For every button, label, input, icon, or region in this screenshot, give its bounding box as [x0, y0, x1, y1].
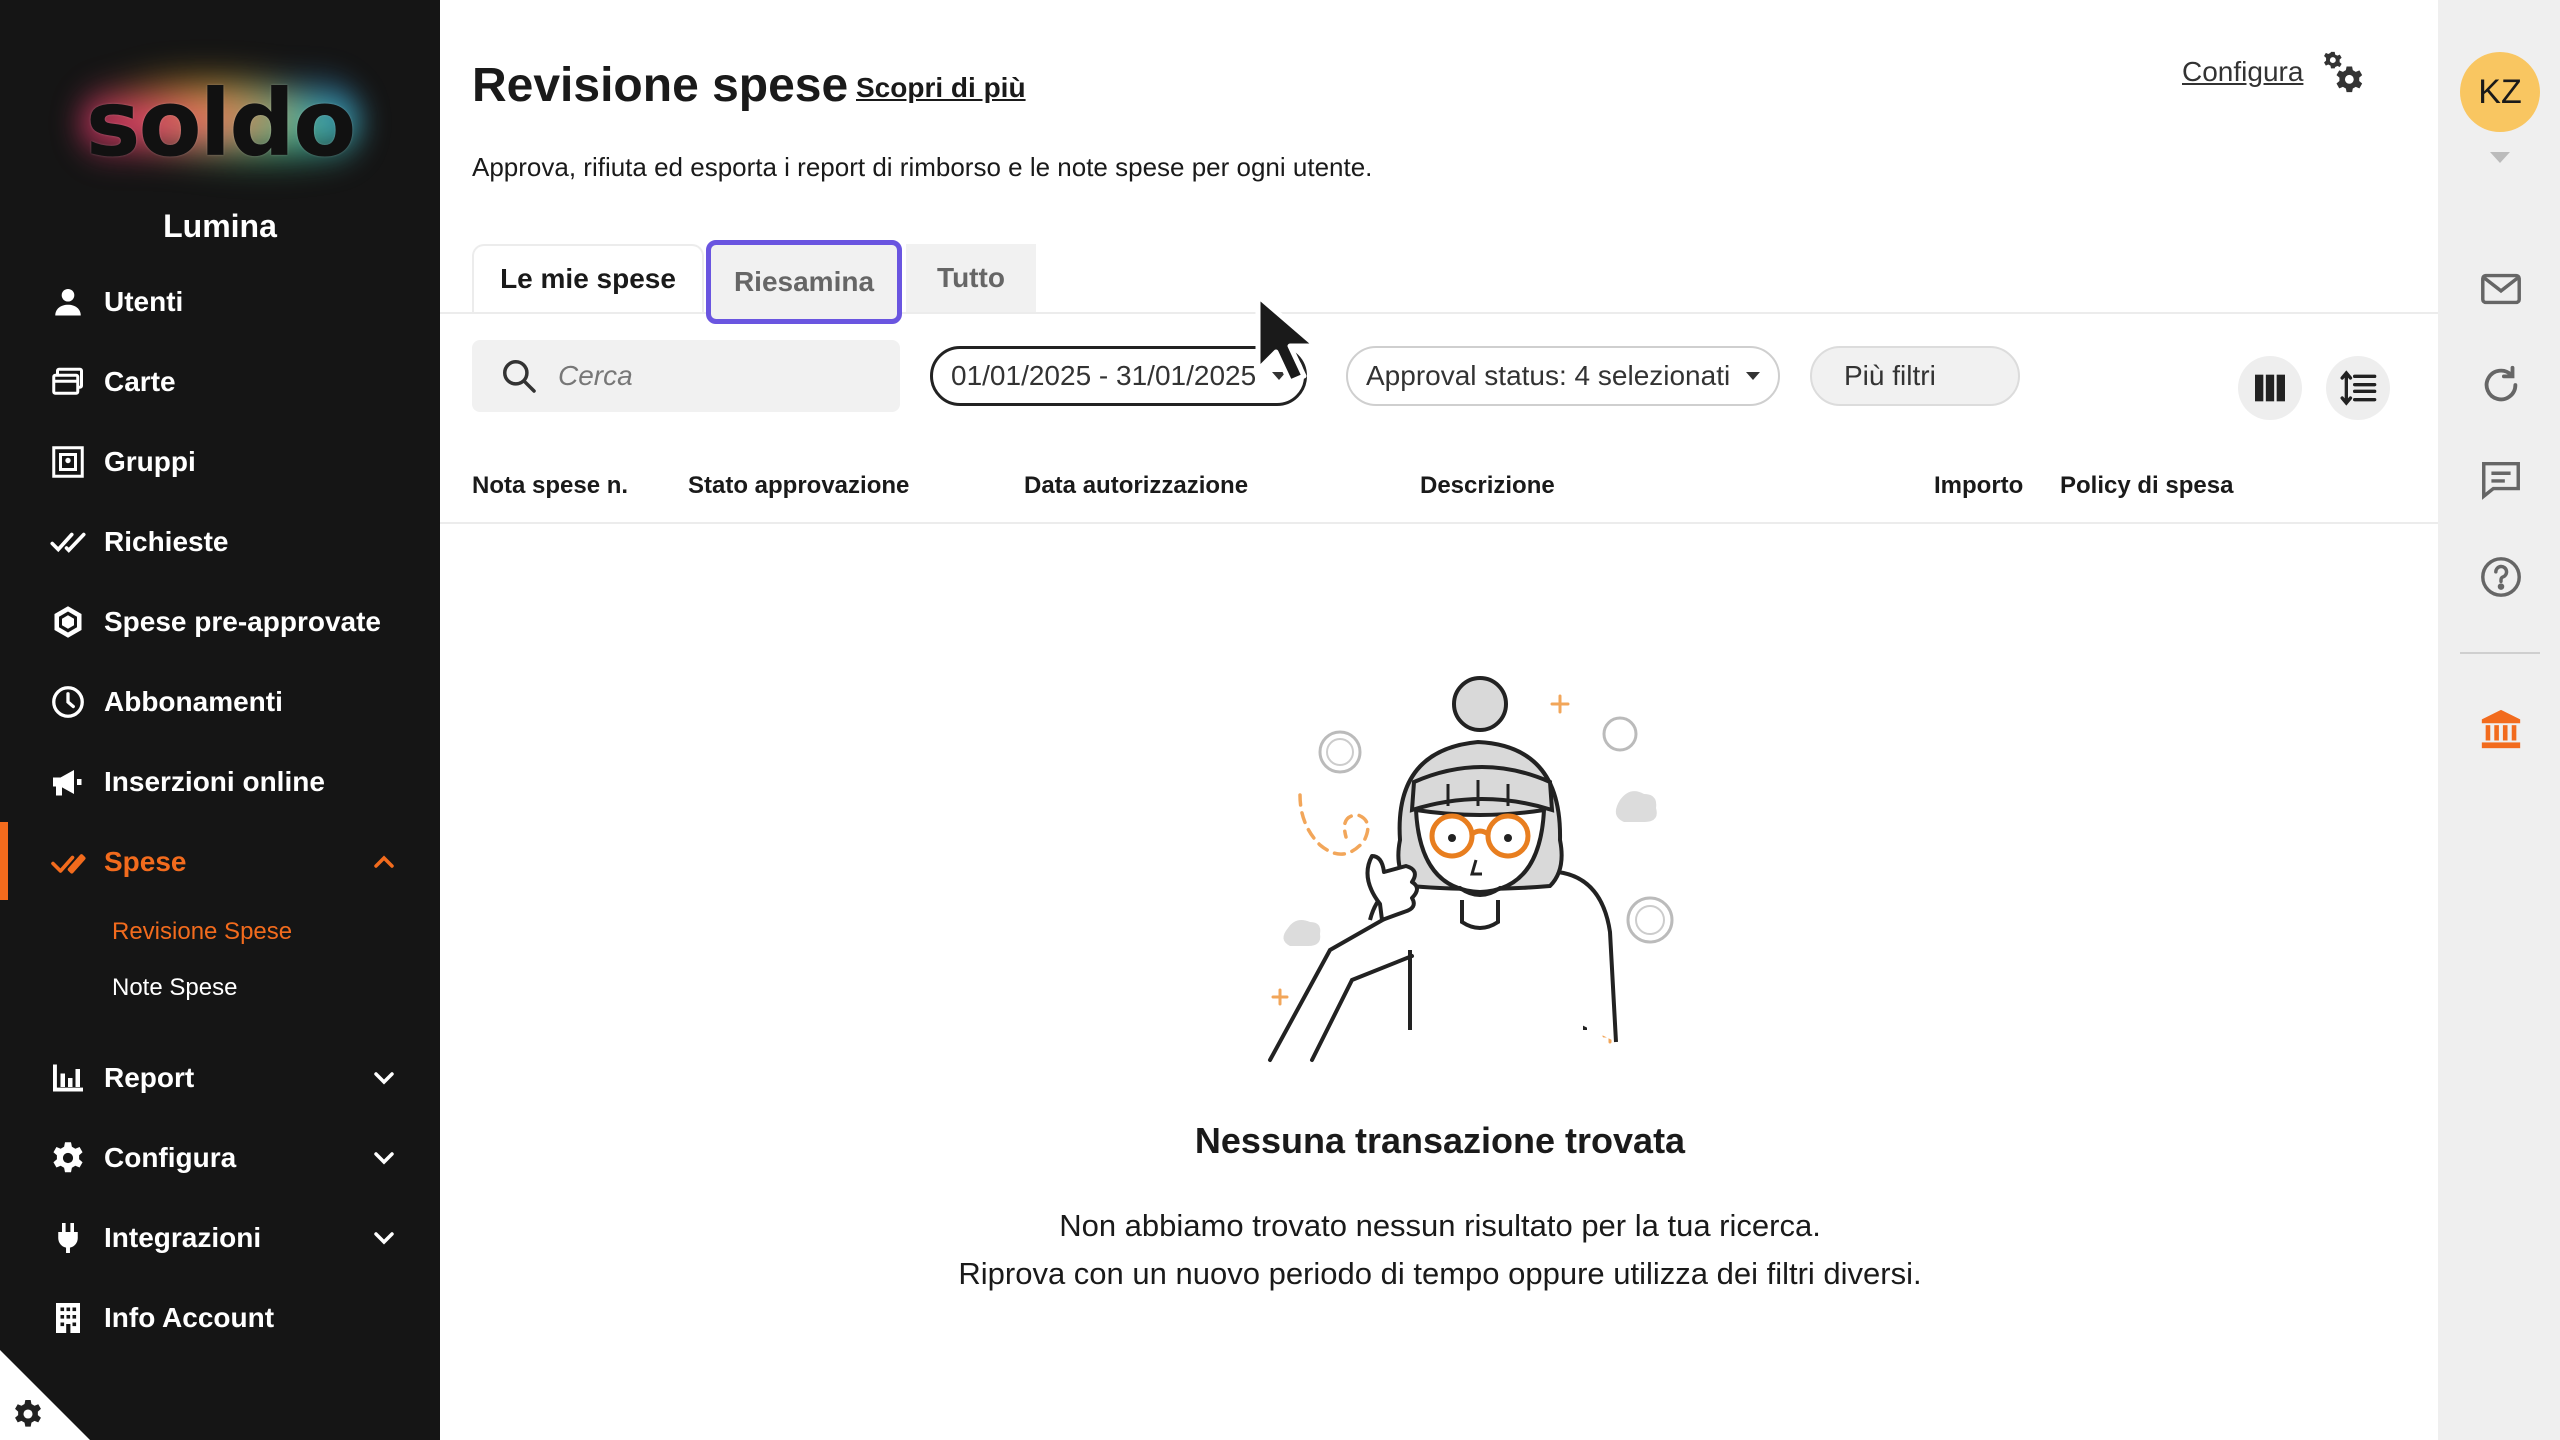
bar-chart-icon — [48, 1058, 88, 1098]
logo-text: soldo — [85, 69, 357, 177]
approval-status-value: Approval status: 4 selezionati — [1366, 360, 1731, 391]
search-input[interactable] — [558, 360, 878, 392]
sidebar-subitem-note-spese[interactable]: Note Spese — [112, 974, 237, 1002]
soldo-logo[interactable]: soldo — [60, 58, 380, 188]
line-spacing-icon — [2340, 370, 2377, 406]
sidebar-item-integrazioni[interactable]: Integrazioni — [0, 1206, 440, 1270]
more-filters-label: Più filtri — [1844, 360, 1936, 391]
mouse-cursor-icon — [1255, 293, 1319, 385]
tab-le-mie-spese[interactable]: Le mie spese — [472, 244, 704, 312]
megaphone-icon — [48, 762, 88, 802]
sidebar-item-label: Richieste — [104, 526, 229, 557]
help-icon[interactable] — [2478, 554, 2524, 600]
sidebar-item-label: Report — [104, 1062, 195, 1093]
approval-status-filter[interactable]: Approval status: 4 selezionati — [1346, 346, 1781, 406]
refresh-icon[interactable] — [2478, 362, 2524, 408]
sidebar-item-label: Configura — [104, 1142, 237, 1173]
sidebar-item-report[interactable]: Report — [0, 1046, 440, 1110]
column-header-data-autorizzazione[interactable]: Data autorizzazione — [1024, 472, 1248, 500]
learn-more-link[interactable]: Scopri di più — [856, 72, 1026, 104]
sidebar-item-spese-pre-approvate[interactable]: Spese pre-approvate — [0, 590, 440, 654]
sidebar-item-label: Inserzioni online — [104, 766, 325, 797]
chevron-up-icon — [374, 855, 394, 868]
rail-divider — [2460, 652, 2540, 654]
sidebar-item-label: Abbonamenti — [104, 686, 283, 717]
gear-icon — [15, 1400, 41, 1427]
settings-corner[interactable] — [0, 1350, 90, 1440]
sidebar-item-richieste[interactable]: Richieste — [0, 510, 440, 574]
chevron-down-icon — [374, 1072, 394, 1085]
sidebar-item-inserzioni-online[interactable]: Inserzioni online — [0, 750, 440, 814]
sidebar-item-utenti[interactable]: Utenti — [0, 270, 440, 334]
search-icon — [503, 360, 536, 393]
columns-icon — [2255, 374, 2285, 402]
sidebar-item-label: Integrazioni — [104, 1222, 262, 1253]
tab-tutto[interactable]: Tutto — [906, 244, 1036, 312]
chevron-down-icon — [374, 1152, 394, 1165]
sidebar-item-label: Spese pre-approvate — [104, 606, 381, 637]
caret-down-icon — [1746, 372, 1761, 380]
date-range-filter[interactable]: 01/01/2025 - 31/01/2025 — [930, 346, 1308, 406]
sidebar-item-spese[interactable]: Spese — [0, 830, 440, 894]
columns-toggle-button[interactable] — [2238, 356, 2302, 420]
column-header-descrizione[interactable]: Descrizione — [1420, 472, 1555, 500]
sidebar: soldo Lumina Utenti Carte Gruppi Richies… — [0, 0, 440, 1440]
mail-icon[interactable] — [2478, 266, 2524, 312]
groups-icon — [48, 442, 88, 482]
card-icon — [48, 362, 88, 402]
empty-state-illustration — [1268, 676, 1674, 1062]
empty-state-line-2: Riprova con un nuovo periodo di tempo op… — [958, 1256, 1922, 1291]
empty-state-line-1: Non abbiamo trovato nessun risultato per… — [1059, 1208, 1821, 1243]
plug-icon — [48, 1218, 88, 1258]
bank-icon[interactable] — [2478, 706, 2524, 752]
date-range-value: 01/01/2025 - 31/01/2025 — [951, 360, 1257, 391]
configure-link[interactable]: Configura — [2182, 56, 2303, 88]
search-box[interactable] — [472, 340, 900, 412]
sidebar-item-label: Info Account — [104, 1302, 275, 1333]
page-title: Revisione spese — [472, 59, 849, 112]
sidebar-item-label: Utenti — [104, 286, 184, 317]
column-header-importo[interactable]: Importo — [1934, 472, 2023, 500]
main-content: Revisione spese Scopri di più Configura … — [440, 0, 2438, 1440]
avatar[interactable]: KZ — [2460, 52, 2540, 132]
double-check-icon — [48, 522, 88, 562]
caret-down-icon[interactable] — [2490, 152, 2510, 163]
table-header-divider — [440, 522, 2438, 524]
column-header-stato-approvazione[interactable]: Stato approvazione — [688, 472, 909, 500]
chat-icon[interactable] — [2478, 456, 2524, 502]
column-header-nota-spese[interactable]: Nota spese n. — [472, 472, 628, 500]
sidebar-item-info-account[interactable]: Info Account — [0, 1286, 440, 1350]
sidebar-item-label: Carte — [104, 366, 176, 397]
tab-riesamina[interactable]: Riesamina — [706, 240, 902, 324]
sidebar-item-label: Spese — [104, 846, 187, 877]
empty-state-title: Nessuna transazione trovata — [1194, 1120, 1686, 1161]
check-pen-icon — [48, 842, 88, 882]
user-icon — [48, 282, 88, 322]
row-density-button[interactable] — [2326, 356, 2390, 420]
sidebar-item-abbonamenti[interactable]: Abbonamenti — [0, 670, 440, 734]
sidebar-item-configura[interactable]: Configura — [0, 1126, 440, 1190]
chevron-down-icon — [374, 1232, 394, 1245]
column-header-policy-di-spesa[interactable]: Policy di spesa — [2060, 472, 2233, 500]
organization-name: Lumina — [163, 208, 277, 244]
hexagon-icon — [48, 602, 88, 642]
clock-icon — [48, 682, 88, 722]
gear-icon — [48, 1138, 88, 1178]
sidebar-item-carte[interactable]: Carte — [0, 350, 440, 414]
more-filters-button[interactable]: Più filtri — [1810, 346, 2020, 406]
sidebar-item-label: Gruppi — [104, 446, 196, 477]
empty-state-message: Non abbiamo trovato nessun risultato per… — [440, 1202, 2440, 1298]
gears-icon[interactable] — [2320, 50, 2364, 94]
sidebar-subitem-revisione-spese[interactable]: Revisione Spese — [112, 918, 292, 946]
right-rail: KZ — [2438, 0, 2560, 1440]
sidebar-item-gruppi[interactable]: Gruppi — [0, 430, 440, 494]
page-subtitle: Approva, rifiuta ed esporta i report di … — [472, 152, 1373, 182]
building-icon — [48, 1298, 88, 1338]
